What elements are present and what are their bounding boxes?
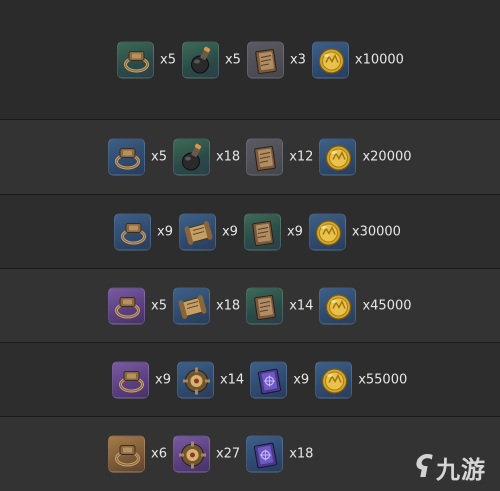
material-item: x18: [246, 435, 314, 473]
book-icon: [246, 287, 284, 324]
book-icon: [246, 138, 284, 176]
book-icon: [246, 41, 284, 78]
ring-icon: [112, 361, 149, 398]
material-item: x9: [114, 213, 173, 250]
material-item: x9: [178, 213, 238, 250]
material-item: x5: [181, 41, 241, 78]
material-quantity: x12: [289, 149, 314, 165]
material-item: x14: [176, 361, 245, 398]
material-quantity: x3: [289, 52, 306, 67]
material-quantity: x14: [289, 298, 314, 313]
material-quantity: x9: [155, 372, 171, 387]
material-quantity: x5: [160, 52, 176, 67]
material-quantity: x27: [215, 446, 241, 462]
material-item: x55000: [315, 361, 407, 398]
table-row: x9 x14 x9 x55000: [0, 342, 500, 416]
material-item: x18: [172, 138, 241, 176]
flask-icon: [172, 138, 210, 176]
material-item: x14: [246, 287, 313, 324]
material-quantity: x14: [219, 372, 245, 387]
material-quantity: x9: [157, 224, 173, 239]
coin-icon: [319, 138, 357, 176]
material-item: x12: [246, 138, 314, 176]
book-icon: [243, 213, 281, 250]
ring-icon: [108, 138, 145, 176]
material-quantity: x5: [151, 298, 167, 313]
material-item: x27: [172, 435, 241, 473]
material-quantity: x5: [224, 52, 241, 67]
material-quantity: x30000: [351, 224, 401, 239]
material-quantity: x18: [215, 149, 241, 165]
material-item: x5: [117, 41, 176, 78]
gear-icon: [176, 361, 214, 398]
material-item: x6: [108, 435, 167, 473]
material-quantity: x9: [286, 224, 303, 239]
material-item: x5: [108, 287, 167, 324]
material-quantity: x20000: [362, 149, 412, 165]
coin-icon: [308, 213, 346, 250]
scroll-icon: [178, 213, 216, 250]
spellbook-icon: [246, 435, 284, 473]
flask-icon: [181, 41, 219, 78]
table-row: x5 x18 x14 x45000: [0, 268, 500, 342]
material-item: x10000: [311, 41, 404, 78]
material-quantity: x10000: [354, 52, 404, 67]
watermark-logo-icon: ʕ: [414, 449, 432, 485]
material-item: x9: [250, 361, 309, 398]
coin-icon: [319, 287, 357, 324]
table-row: x5 x5 x3 x10000: [0, 0, 500, 119]
material-item: x45000: [319, 287, 412, 324]
material-item: x18: [172, 287, 241, 324]
material-item: x20000: [319, 138, 412, 176]
material-quantity: x18: [289, 446, 314, 462]
material-quantity: x9: [221, 224, 238, 239]
material-item: x3: [246, 41, 306, 78]
material-quantity: x45000: [362, 298, 412, 313]
site-watermark: ʕ 九游: [415, 450, 486, 485]
material-quantity: x9: [293, 372, 310, 387]
table-row: x9 x9 x9 x30000: [0, 194, 500, 268]
coin-icon: [315, 361, 353, 398]
material-item: x30000: [308, 213, 401, 250]
ring-icon: [114, 213, 151, 250]
ring-icon: [108, 287, 145, 324]
material-quantity: x55000: [358, 372, 408, 387]
ring-icon: [117, 41, 154, 78]
scroll-icon: [172, 287, 210, 324]
coin-icon: [311, 41, 349, 78]
material-quantity: x6: [151, 446, 167, 462]
ring-icon: [108, 435, 145, 473]
materials-table: x5 x5 x3 x10000 x5 x18 x12 x20000 x9 x9 …: [0, 0, 500, 491]
material-item: x5: [108, 138, 167, 176]
material-quantity: x18: [215, 298, 241, 313]
material-item: x9: [243, 213, 303, 250]
spellbook-icon: [250, 361, 288, 398]
gear-icon: [172, 435, 210, 473]
material-item: x9: [112, 361, 171, 398]
watermark-text: 九游: [436, 456, 486, 484]
material-quantity: x5: [151, 149, 167, 165]
table-row: x5 x18 x12 x20000: [0, 119, 500, 194]
